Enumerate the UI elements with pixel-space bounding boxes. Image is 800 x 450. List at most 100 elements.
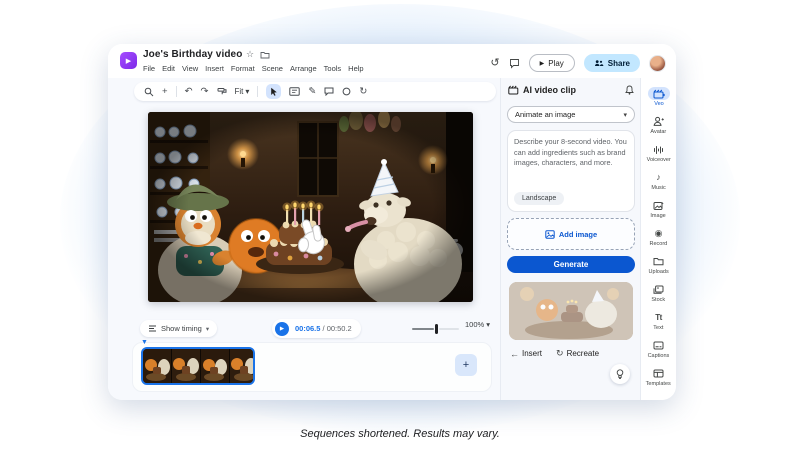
timeline-clip[interactable]: [141, 347, 255, 385]
timing-icon: [148, 324, 157, 333]
chevron-down-icon: ▾: [206, 325, 209, 333]
video-preview[interactable]: [148, 112, 473, 302]
captions-icon: [653, 341, 664, 350]
menu-bar: File Edit View Insert Format Scene Arran…: [143, 64, 364, 73]
playback-controls: Show timing ▾ ▶ 00:06.5 / 00:50.2 100%▾: [108, 318, 500, 340]
templates-icon: [653, 369, 664, 378]
sidebar-item-text[interactable]: Tt Text: [641, 307, 677, 335]
add-image-button[interactable]: Add image: [507, 218, 635, 250]
toolbar-divider: [176, 86, 177, 97]
clapperboard-sparkle-icon: [653, 89, 665, 99]
person-plus-icon: [653, 116, 664, 127]
document-title[interactable]: Joe's Birthday video: [143, 49, 242, 60]
menu-insert[interactable]: Insert: [205, 64, 224, 73]
comment-icon[interactable]: [509, 58, 520, 69]
generate-button[interactable]: Generate: [507, 256, 635, 273]
image-icon: [545, 230, 555, 239]
insert-sidebar: Veo Avatar Voiceover ♪ Music Image ◉ Rec…: [640, 78, 676, 400]
chevron-down-icon: ▾: [623, 111, 627, 119]
sidebar-item-stock[interactable]: Stock: [641, 279, 677, 307]
account-avatar[interactable]: [649, 55, 666, 72]
menu-format[interactable]: Format: [231, 64, 255, 73]
share-button[interactable]: Share: [584, 54, 640, 72]
lightbulb-icon: [616, 369, 624, 380]
text-icon: Tt: [655, 314, 662, 322]
menu-tools[interactable]: Tools: [324, 64, 342, 73]
sidebar-item-captions[interactable]: Captions: [641, 335, 677, 363]
sidebar-item-uploads[interactable]: Uploads: [641, 251, 677, 279]
chevron-down-icon: ▾: [245, 87, 249, 96]
preview-loading-wash: [509, 282, 633, 340]
total-time: 00:50.2: [327, 324, 352, 333]
speech-bubble-icon[interactable]: [324, 87, 334, 96]
sidebar-item-avatar[interactable]: Avatar: [641, 111, 677, 139]
menu-scene[interactable]: Scene: [262, 64, 283, 73]
recreate-button[interactable]: ↻ Recreate: [556, 348, 599, 359]
panel-title: AI video clip: [523, 85, 621, 95]
tips-button[interactable]: [610, 364, 630, 384]
shape-tool-icon[interactable]: [342, 87, 351, 96]
version-history-icon[interactable]: ↺: [490, 58, 499, 69]
redo-icon[interactable]: ↷: [201, 87, 209, 97]
bell-icon[interactable]: [625, 85, 634, 95]
aspect-ratio-chip[interactable]: Landscape: [514, 192, 564, 205]
clip-frame: [143, 349, 172, 383]
prompt-placeholder: Describe your 8-second video. You can ad…: [514, 137, 628, 169]
sidebar-item-record[interactable]: ◉ Record: [641, 223, 677, 251]
vids-logo[interactable]: ▶: [120, 52, 137, 69]
play-icon: ▶: [540, 60, 545, 67]
prompt-input[interactable]: Describe your 8-second video. You can ad…: [507, 130, 635, 212]
sidebar-item-voiceover[interactable]: Voiceover: [641, 139, 677, 167]
menu-edit[interactable]: Edit: [162, 64, 175, 73]
cursor-icon: [270, 87, 278, 96]
editor-canvas-region: + ↶ ↷ Fit▾ ✎ ↻: [108, 78, 500, 400]
clapperboard-icon: [508, 85, 519, 95]
back-arrow-icon: ←: [510, 349, 519, 359]
folder-icon: [653, 257, 664, 266]
clip-frame: [201, 349, 230, 383]
sidebar-item-veo[interactable]: Veo: [641, 83, 677, 111]
play-button[interactable]: ▶ Play: [529, 54, 575, 72]
pen-tool-icon[interactable]: ✎: [308, 87, 316, 97]
playhead-marker[interactable]: ▼: [141, 339, 148, 346]
zoom-slider[interactable]: [412, 324, 459, 334]
clip-frame: [230, 349, 255, 383]
text-box-icon[interactable]: [289, 87, 300, 96]
move-folder-icon[interactable]: [260, 51, 270, 59]
image-sparkle-icon: [653, 201, 664, 211]
mode-selector-dropdown[interactable]: Animate an image ▾: [507, 106, 635, 123]
rotate-tool-icon[interactable]: ↻: [359, 87, 367, 97]
play-glyph: ▶: [126, 57, 131, 65]
timeline-play-button[interactable]: ▶: [275, 322, 289, 336]
zoom-tool-icon[interactable]: [144, 87, 154, 97]
slider-handle[interactable]: [435, 324, 438, 334]
disclaimer-caption: Sequences shortened. Results may vary.: [0, 428, 800, 440]
sidebar-item-templates[interactable]: Templates: [641, 363, 677, 391]
menu-view[interactable]: View: [182, 64, 198, 73]
timeline: ▼ +: [132, 342, 492, 392]
clip-frame: [172, 349, 201, 383]
add-clip-button[interactable]: +: [455, 354, 477, 376]
menu-help[interactable]: Help: [348, 64, 363, 73]
editor-toolbar: + ↶ ↷ Fit▾ ✎ ↻: [134, 82, 496, 101]
insert-button[interactable]: ← Insert: [510, 349, 542, 359]
record-camera-icon: ◉: [655, 229, 663, 238]
menu-file[interactable]: File: [143, 64, 155, 73]
menu-arrange[interactable]: Arrange: [290, 64, 317, 73]
show-timing-button[interactable]: Show timing ▾: [140, 320, 217, 337]
chevron-down-icon: ▾: [486, 320, 490, 329]
zoom-level-dropdown[interactable]: 100%▾: [465, 320, 490, 329]
select-tool-button[interactable]: [266, 84, 281, 99]
birthday-scene-illustration: [148, 112, 473, 302]
paint-format-icon[interactable]: [217, 87, 227, 97]
add-scene-icon[interactable]: +: [162, 87, 168, 97]
recreate-icon: ↻: [556, 348, 564, 359]
undo-icon[interactable]: ↶: [185, 87, 193, 97]
generated-result-preview[interactable]: [509, 282, 633, 340]
toolbar-divider: [257, 86, 258, 97]
sidebar-item-image[interactable]: Image: [641, 195, 677, 223]
slider-track: [439, 328, 459, 330]
star-icon[interactable]: ☆: [246, 49, 254, 60]
sidebar-item-music[interactable]: ♪ Music: [641, 167, 677, 195]
fit-zoom-dropdown[interactable]: Fit▾: [235, 87, 250, 96]
